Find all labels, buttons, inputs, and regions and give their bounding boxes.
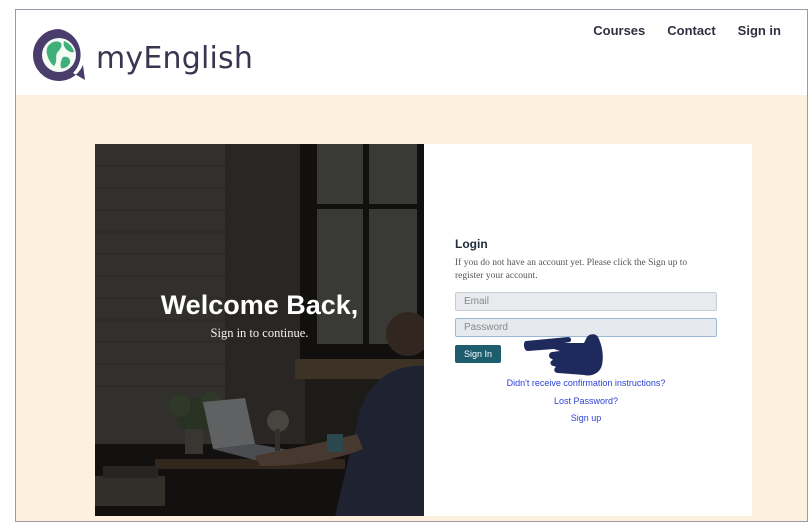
site-header: myEnglish Courses Contact Sign in [16, 10, 807, 95]
browser-viewport: myEnglish Courses Contact Sign in Welcom… [15, 9, 808, 522]
login-panel: Login If you do not have an account yet.… [424, 144, 752, 516]
sign-in-button[interactable]: Sign In [455, 345, 501, 363]
login-description: If you do not have an account yet. Pleas… [455, 258, 688, 281]
login-heading: Login [455, 237, 488, 251]
brand-name: myEnglish [96, 40, 254, 76]
login-card: Welcome Back, Sign in to continue. Login… [95, 144, 752, 516]
welcome-subtitle: Sign in to continue. [210, 326, 309, 340]
nav-contact-link[interactable]: Contact [667, 23, 715, 38]
sign-up-link[interactable]: Sign up [455, 410, 717, 428]
account-links: Didn't receive confirmation instructions… [455, 375, 717, 428]
globe-speech-bubble-icon [33, 29, 85, 81]
pointing-hand-icon [524, 334, 603, 376]
email-field[interactable] [455, 292, 717, 311]
lost-password-link[interactable]: Lost Password? [455, 393, 717, 411]
brand-logo[interactable]: myEnglish [30, 26, 253, 84]
nav-courses-link[interactable]: Courses [593, 23, 645, 38]
nav-sign-in-link[interactable]: Sign in [738, 23, 781, 38]
main-nav: Courses Contact Sign in [593, 23, 781, 38]
welcome-heading: Welcome Back, [160, 290, 359, 320]
hero-panel: Welcome Back, Sign in to continue. [95, 144, 424, 516]
